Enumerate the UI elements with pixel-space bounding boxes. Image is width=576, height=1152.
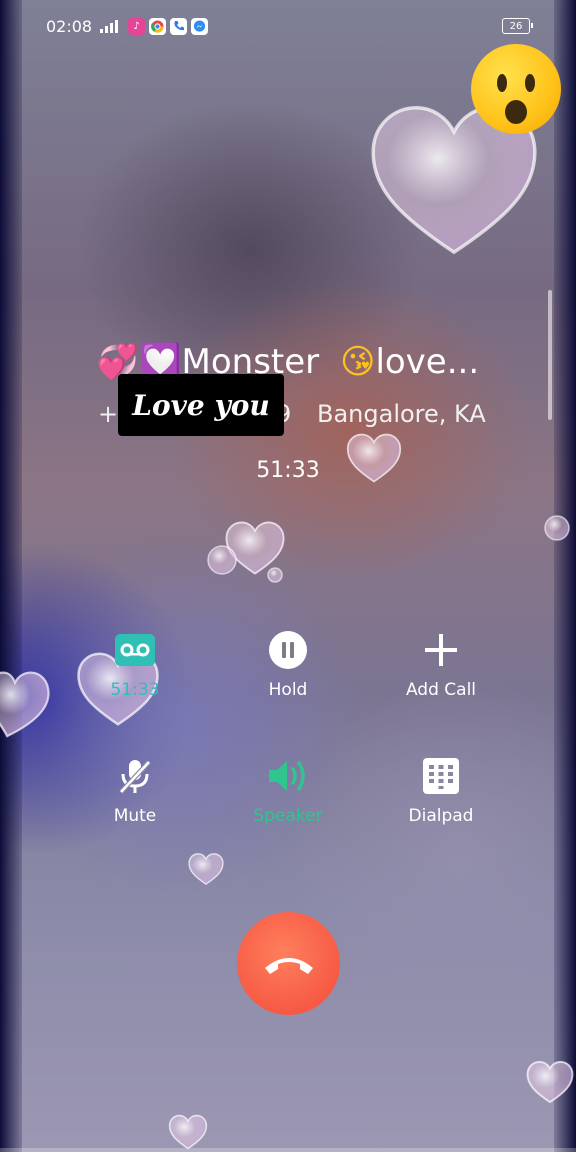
- add-call-label: Add Call: [405, 680, 477, 700]
- phone-hangup-icon: [264, 957, 313, 974]
- surprised-face-icon: [471, 44, 561, 134]
- speaker-label: Speaker: [253, 806, 323, 826]
- heart-bubble-icon: [168, 1114, 208, 1150]
- music-app-icon: ♪: [128, 17, 146, 35]
- caller-name-suffix: love...: [375, 342, 480, 382]
- mute-button[interactable]: Mute: [60, 752, 210, 826]
- heart-bubble-icon: [0, 671, 50, 738]
- kissing-face-icon: 😘: [339, 342, 376, 382]
- dialpad-icon: [423, 758, 459, 794]
- end-call-button[interactable]: [237, 912, 340, 1015]
- speaker-button[interactable]: Speaker: [213, 752, 363, 826]
- mic-off-icon: [119, 760, 151, 794]
- bubble-icon: [267, 567, 283, 583]
- dialpad-button[interactable]: Dialpad: [366, 752, 516, 826]
- cassette-icon: [115, 634, 155, 666]
- record-button[interactable]: 51:33: [60, 626, 210, 700]
- heart-bubble-icon: [188, 853, 224, 885]
- status-time: 02:08: [46, 16, 93, 36]
- hold-label: Hold: [268, 680, 308, 700]
- bubble-icon: [544, 515, 570, 541]
- hold-button[interactable]: Hold: [213, 626, 363, 700]
- speaker-icon: [269, 761, 305, 791]
- screen-edge-left: [0, 0, 22, 1152]
- caller-location: Bangalore, KA: [317, 400, 486, 428]
- plus-icon: [425, 634, 457, 666]
- add-call-button[interactable]: Add Call: [366, 626, 516, 700]
- battery-icon: 26: [502, 18, 533, 34]
- messenger-app-icon: [191, 17, 209, 35]
- bottom-gesture-bar: [0, 1148, 576, 1152]
- chrome-app-icon: [149, 17, 167, 35]
- record-label: 51:33: [110, 680, 160, 700]
- love-you-sticker: Love you: [118, 374, 284, 436]
- dialpad-label: Dialpad: [408, 806, 474, 826]
- call-duration: 51:33: [256, 458, 320, 483]
- phone-app-icon: [170, 17, 188, 35]
- status-bar: 02:08 ♪: [46, 14, 209, 38]
- caller-name: 💞💟Monster 😘love...: [0, 342, 576, 382]
- signal-icon: [100, 19, 119, 33]
- mute-label: Mute: [113, 806, 157, 826]
- heart-bubble-icon: [526, 1060, 574, 1104]
- screen-edge-right: [554, 0, 576, 1152]
- bubble-icon: [207, 545, 237, 575]
- pause-icon: [269, 631, 307, 669]
